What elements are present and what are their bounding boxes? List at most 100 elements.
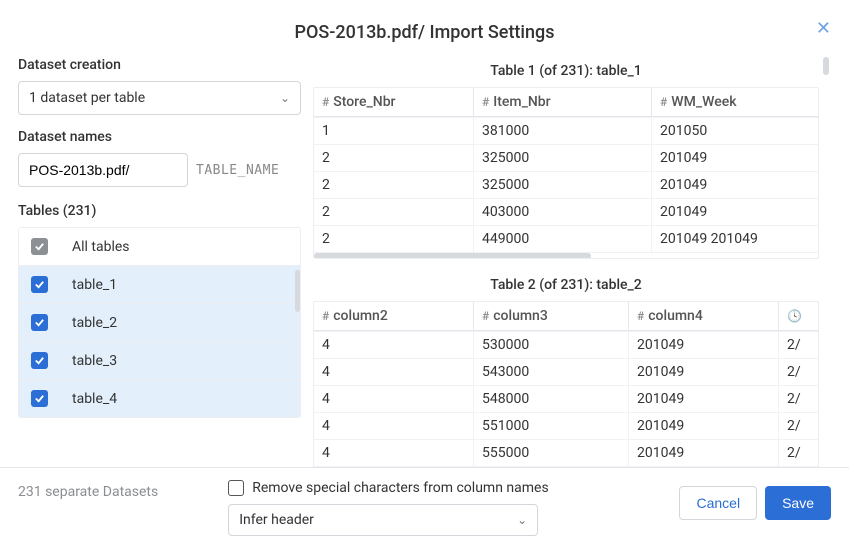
table-name: table_3 (72, 353, 117, 369)
cell: 403000 (474, 199, 652, 225)
table-row: 45550002010492/ (314, 439, 818, 466)
checkbox-icon[interactable] (228, 480, 244, 496)
table-row: 45480002010492/ (314, 385, 818, 412)
tables-count-label: Tables (231) (18, 203, 301, 219)
table-row: 2325000201049 (314, 144, 818, 171)
table-preview-title: Table 2 (of 231): table_2 (313, 277, 819, 293)
cell: 4 (314, 332, 474, 358)
datasets-summary: 231 separate Datasets (18, 480, 158, 500)
cell: 201049 (629, 386, 779, 412)
cell: 4 (314, 440, 474, 466)
table-row: 2403000201049 (314, 198, 818, 225)
checkbox-icon[interactable] (31, 390, 48, 407)
header-mode-value: Infer header (239, 512, 314, 528)
remove-chars-checkbox-row[interactable]: Remove special characters from column na… (228, 480, 655, 496)
cell: 201049 (652, 199, 818, 225)
table-row: 2325000201049 (314, 171, 818, 198)
cell: 530000 (474, 332, 629, 358)
cell: 2/ (779, 440, 809, 466)
column-name: Item_Nbr (493, 94, 550, 110)
cell: 2 (314, 172, 474, 198)
scrollbar-thumb[interactable] (314, 253, 591, 259)
column-name: WM_Week (671, 94, 736, 110)
cell: 2 (314, 145, 474, 171)
cell: 2 (314, 199, 474, 225)
cell: 201050 (652, 118, 818, 144)
all-tables-label: All tables (72, 239, 130, 255)
cell: 201049 (652, 145, 818, 171)
table-name: table_4 (72, 391, 117, 407)
cell: 2/ (779, 413, 809, 439)
cell: 449000 (474, 226, 652, 252)
column-name: column3 (493, 308, 548, 324)
horizontal-scrollbar[interactable] (314, 252, 818, 258)
cell: 2/ (779, 386, 809, 412)
number-type-icon: # (322, 95, 329, 109)
chevron-down-icon: ⌄ (517, 513, 527, 527)
close-icon[interactable]: ✕ (816, 20, 831, 38)
table-preview: #column2 #column3 #column4 🕓 45300002010… (313, 301, 819, 467)
dataset-names-suffix: TABLE_NAME (196, 163, 279, 178)
cell: 543000 (474, 359, 629, 385)
cell: 4 (314, 386, 474, 412)
cell: 201049 (629, 359, 779, 385)
table-row: 1381000201050 (314, 117, 818, 144)
column-name: Store_Nbr (333, 94, 395, 110)
number-type-icon: # (660, 95, 667, 109)
cancel-button[interactable]: Cancel (679, 486, 757, 520)
dataset-names-label: Dataset names (18, 129, 301, 145)
dataset-creation-value: 1 dataset per table (29, 90, 145, 106)
cell: 2 (314, 226, 474, 252)
number-type-icon: # (322, 309, 329, 323)
table-row: 2449000201049 201049 (314, 225, 818, 252)
table-preview: #Store_Nbr #Item_Nbr #WM_Week 1381000201… (313, 87, 819, 259)
checkbox-icon[interactable] (31, 276, 48, 293)
cell: 555000 (474, 440, 629, 466)
all-tables-row[interactable]: All tables (19, 228, 300, 266)
cell: 381000 (474, 118, 652, 144)
cell: 1 (314, 118, 474, 144)
table-row: 45430002010492/ (314, 358, 818, 385)
cell: 325000 (474, 172, 652, 198)
cell: 201049 (629, 440, 779, 466)
cell: 201049 201049 (652, 226, 818, 252)
modal-title: POS-2013b.pdf/ Import Settings (294, 22, 554, 43)
checkbox-icon[interactable] (31, 352, 48, 369)
dataset-creation-label: Dataset creation (18, 57, 301, 73)
cell: 201049 (652, 172, 818, 198)
cell: 201049 (629, 332, 779, 358)
table-list-item[interactable]: table_4 (19, 380, 300, 417)
cell: 325000 (474, 145, 652, 171)
table-list-item[interactable]: table_3 (19, 342, 300, 380)
dataset-creation-select[interactable]: 1 dataset per table ⌄ (18, 81, 301, 115)
preview-pane: Table 1 (of 231): table_1 #Store_Nbr #It… (313, 57, 831, 467)
scrollbar-thumb[interactable] (295, 270, 300, 312)
number-type-icon: # (482, 309, 489, 323)
cell: 4 (314, 359, 474, 385)
settings-sidebar: Dataset creation 1 dataset per table ⌄ D… (18, 57, 313, 467)
table-list-item[interactable]: table_2 (19, 304, 300, 342)
cell: 548000 (474, 386, 629, 412)
cell: 201049 (629, 413, 779, 439)
header-mode-select[interactable]: Infer header ⌄ (228, 504, 538, 536)
cell: 2/ (779, 332, 809, 358)
tables-list: All tables table_1 table_2 table_3 (18, 227, 301, 418)
dataset-names-input[interactable] (18, 153, 188, 187)
column-name: column4 (648, 308, 703, 324)
cell: 4 (314, 413, 474, 439)
checkbox-icon[interactable] (31, 238, 48, 255)
number-type-icon: # (637, 309, 644, 323)
number-type-icon: # (482, 95, 489, 109)
column-name: column2 (333, 308, 388, 324)
checkbox-icon[interactable] (31, 314, 48, 331)
remove-chars-label: Remove special characters from column na… (252, 480, 548, 496)
table-list-item[interactable]: table_1 (19, 266, 300, 304)
clock-type-icon: 🕓 (787, 309, 802, 323)
table-row: 45510002010492/ (314, 412, 818, 439)
cell: 551000 (474, 413, 629, 439)
horizontal-scrollbar[interactable] (314, 466, 818, 467)
cell: 2/ (779, 359, 809, 385)
chevron-down-icon: ⌄ (280, 91, 290, 105)
table-name: table_1 (72, 277, 117, 293)
save-button[interactable]: Save (765, 486, 831, 520)
